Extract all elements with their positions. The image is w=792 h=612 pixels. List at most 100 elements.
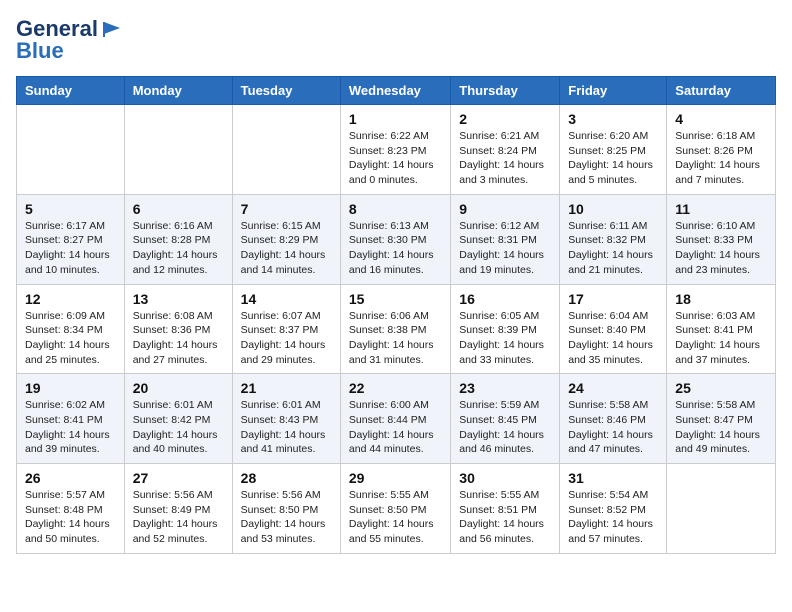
calendar-cell: 12Sunrise: 6:09 AMSunset: 8:34 PMDayligh… <box>17 284 125 374</box>
logo-blue: Blue <box>16 38 64 64</box>
calendar-cell: 28 Sunrise: 5:56 AMSunset: 8:50 PMDayligh… <box>232 464 340 554</box>
day-info: Sunrise: 6:03 AMSunset: 8:41 PMDaylight:… <box>675 309 767 368</box>
day-info: Sunrise: 6:20 AMSunset: 8:25 PMDaylight:… <box>568 129 658 188</box>
day-info: Sunrise: 6:02 AMSunset: 8:41 PMDaylight:… <box>25 398 116 457</box>
calendar-cell: 14 Sunrise: 6:07 AMSunset: 8:37 PMDayligh… <box>232 284 340 374</box>
day-number: 30 <box>459 470 551 486</box>
calendar-cell: 8Sunrise: 6:13 AMSunset: 8:30 PMDaylight… <box>340 194 450 284</box>
day-number: 17 <box>568 291 658 307</box>
calendar-cell: 20 Sunrise: 6:01 AMSunset: 8:42 PMDayligh… <box>124 374 232 464</box>
day-info: Sunrise: 6:11 AMSunset: 8:32 PMDaylight:… <box>568 219 658 278</box>
calendar-cell <box>232 105 340 195</box>
calendar-week-row: 1 Sunrise: 6:22 AMSunset: 8:23 PMDaylight… <box>17 105 776 195</box>
day-info: Sunrise: 6:08 AMSunset: 8:36 PMDaylight:… <box>133 309 224 368</box>
calendar-cell: 3Sunrise: 6:20 AMSunset: 8:25 PMDaylight… <box>560 105 667 195</box>
calendar-cell: 22Sunrise: 6:00 AMSunset: 8:44 PMDayligh… <box>340 374 450 464</box>
day-info: Sunrise: 6:21 AMSunset: 8:24 PMDaylight:… <box>459 129 551 188</box>
day-number: 26 <box>25 470 116 486</box>
calendar-cell: 25Sunrise: 5:58 AMSunset: 8:47 PMDayligh… <box>667 374 776 464</box>
calendar-cell: 26 Sunrise: 5:57 AMSunset: 8:48 PMDayligh… <box>17 464 125 554</box>
day-info: Sunrise: 5:58 AMSunset: 8:46 PMDaylight:… <box>568 398 658 457</box>
day-number: 2 <box>459 111 551 127</box>
column-header-saturday: Saturday <box>667 77 776 105</box>
calendar-cell: 6 Sunrise: 6:16 AMSunset: 8:28 PMDaylight… <box>124 194 232 284</box>
day-number: 6 <box>133 201 224 217</box>
day-number: 19 <box>25 380 116 396</box>
column-header-friday: Friday <box>560 77 667 105</box>
day-number: 28 <box>241 470 332 486</box>
day-info: Sunrise: 6:01 AMSunset: 8:43 PMDaylight:… <box>241 398 332 457</box>
day-number: 21 <box>241 380 332 396</box>
day-info: Sunrise: 5:57 AMSunset: 8:48 PMDaylight:… <box>25 488 116 547</box>
day-number: 7 <box>241 201 332 217</box>
day-info: Sunrise: 6:01 AMSunset: 8:42 PMDaylight:… <box>133 398 224 457</box>
calendar-cell: 30 Sunrise: 5:55 AMSunset: 8:51 PMDayligh… <box>451 464 560 554</box>
day-info: Sunrise: 5:55 AMSunset: 8:51 PMDaylight:… <box>459 488 551 547</box>
day-number: 15 <box>349 291 442 307</box>
day-info: Sunrise: 6:18 AMSunset: 8:26 PMDaylight:… <box>675 129 767 188</box>
day-info: Sunrise: 5:56 AMSunset: 8:49 PMDaylight:… <box>133 488 224 547</box>
day-number: 12 <box>25 291 116 307</box>
day-info: Sunrise: 6:07 AMSunset: 8:37 PMDaylight:… <box>241 309 332 368</box>
calendar-table: SundayMondayTuesdayWednesdayThursdayFrid… <box>16 76 776 554</box>
calendar-cell <box>124 105 232 195</box>
day-number: 27 <box>133 470 224 486</box>
calendar-week-row: 12Sunrise: 6:09 AMSunset: 8:34 PMDayligh… <box>17 284 776 374</box>
calendar-cell: 15 Sunrise: 6:06 AMSunset: 8:38 PMDayligh… <box>340 284 450 374</box>
day-number: 31 <box>568 470 658 486</box>
day-info: Sunrise: 6:17 AMSunset: 8:27 PMDaylight:… <box>25 219 116 278</box>
calendar-cell: 17 Sunrise: 6:04 AMSunset: 8:40 PMDayligh… <box>560 284 667 374</box>
calendar-cell: 13 Sunrise: 6:08 AMSunset: 8:36 PMDayligh… <box>124 284 232 374</box>
day-number: 29 <box>349 470 442 486</box>
day-number: 16 <box>459 291 551 307</box>
calendar-cell <box>17 105 125 195</box>
logo: General Blue <box>16 16 122 64</box>
calendar-cell: 11 Sunrise: 6:10 AMSunset: 8:33 PMDayligh… <box>667 194 776 284</box>
day-info: Sunrise: 6:16 AMSunset: 8:28 PMDaylight:… <box>133 219 224 278</box>
day-info: Sunrise: 6:15 AMSunset: 8:29 PMDaylight:… <box>241 219 332 278</box>
calendar-cell: 19 Sunrise: 6:02 AMSunset: 8:41 PMDayligh… <box>17 374 125 464</box>
column-header-tuesday: Tuesday <box>232 77 340 105</box>
day-info: Sunrise: 6:06 AMSunset: 8:38 PMDaylight:… <box>349 309 442 368</box>
day-number: 11 <box>675 201 767 217</box>
page-header: General Blue <box>16 16 776 64</box>
day-info: Sunrise: 5:59 AMSunset: 8:45 PMDaylight:… <box>459 398 551 457</box>
calendar-header-row: SundayMondayTuesdayWednesdayThursdayFrid… <box>17 77 776 105</box>
calendar-cell: 1 Sunrise: 6:22 AMSunset: 8:23 PMDaylight… <box>340 105 450 195</box>
day-info: Sunrise: 6:05 AMSunset: 8:39 PMDaylight:… <box>459 309 551 368</box>
calendar-cell: 27 Sunrise: 5:56 AMSunset: 8:49 PMDayligh… <box>124 464 232 554</box>
calendar-cell: 5 Sunrise: 6:17 AMSunset: 8:27 PMDaylight… <box>17 194 125 284</box>
day-number: 18 <box>675 291 767 307</box>
calendar-cell: 10Sunrise: 6:11 AMSunset: 8:32 PMDayligh… <box>560 194 667 284</box>
column-header-sunday: Sunday <box>17 77 125 105</box>
calendar-cell: 7 Sunrise: 6:15 AMSunset: 8:29 PMDaylight… <box>232 194 340 284</box>
calendar-cell: 18 Sunrise: 6:03 AMSunset: 8:41 PMDayligh… <box>667 284 776 374</box>
calendar-cell: 2 Sunrise: 6:21 AMSunset: 8:24 PMDaylight… <box>451 105 560 195</box>
calendar-cell: 9 Sunrise: 6:12 AMSunset: 8:31 PMDaylight… <box>451 194 560 284</box>
day-number: 14 <box>241 291 332 307</box>
day-number: 13 <box>133 291 224 307</box>
calendar-cell: 31 Sunrise: 5:54 AMSunset: 8:52 PMDayligh… <box>560 464 667 554</box>
day-number: 5 <box>25 201 116 217</box>
calendar-week-row: 26 Sunrise: 5:57 AMSunset: 8:48 PMDayligh… <box>17 464 776 554</box>
calendar-cell: 4Sunrise: 6:18 AMSunset: 8:26 PMDaylight… <box>667 105 776 195</box>
day-number: 20 <box>133 380 224 396</box>
calendar-cell <box>667 464 776 554</box>
day-info: Sunrise: 5:54 AMSunset: 8:52 PMDaylight:… <box>568 488 658 547</box>
calendar-week-row: 19 Sunrise: 6:02 AMSunset: 8:41 PMDayligh… <box>17 374 776 464</box>
calendar-cell: 24 Sunrise: 5:58 AMSunset: 8:46 PMDayligh… <box>560 374 667 464</box>
calendar-cell: 29 Sunrise: 5:55 AMSunset: 8:50 PMDayligh… <box>340 464 450 554</box>
day-info: Sunrise: 5:55 AMSunset: 8:50 PMDaylight:… <box>349 488 442 547</box>
day-info: Sunrise: 6:10 AMSunset: 8:33 PMDaylight:… <box>675 219 767 278</box>
day-info: Sunrise: 6:12 AMSunset: 8:31 PMDaylight:… <box>459 219 551 278</box>
day-number: 23 <box>459 380 551 396</box>
day-number: 1 <box>349 111 442 127</box>
day-info: Sunrise: 6:00 AMSunset: 8:44 PMDaylight:… <box>349 398 442 457</box>
day-info: Sunrise: 6:04 AMSunset: 8:40 PMDaylight:… <box>568 309 658 368</box>
column-header-wednesday: Wednesday <box>340 77 450 105</box>
day-number: 25 <box>675 380 767 396</box>
day-info: Sunrise: 5:56 AMSunset: 8:50 PMDaylight:… <box>241 488 332 547</box>
day-number: 9 <box>459 201 551 217</box>
day-number: 24 <box>568 380 658 396</box>
day-info: Sunrise: 6:22 AMSunset: 8:23 PMDaylight:… <box>349 129 442 188</box>
